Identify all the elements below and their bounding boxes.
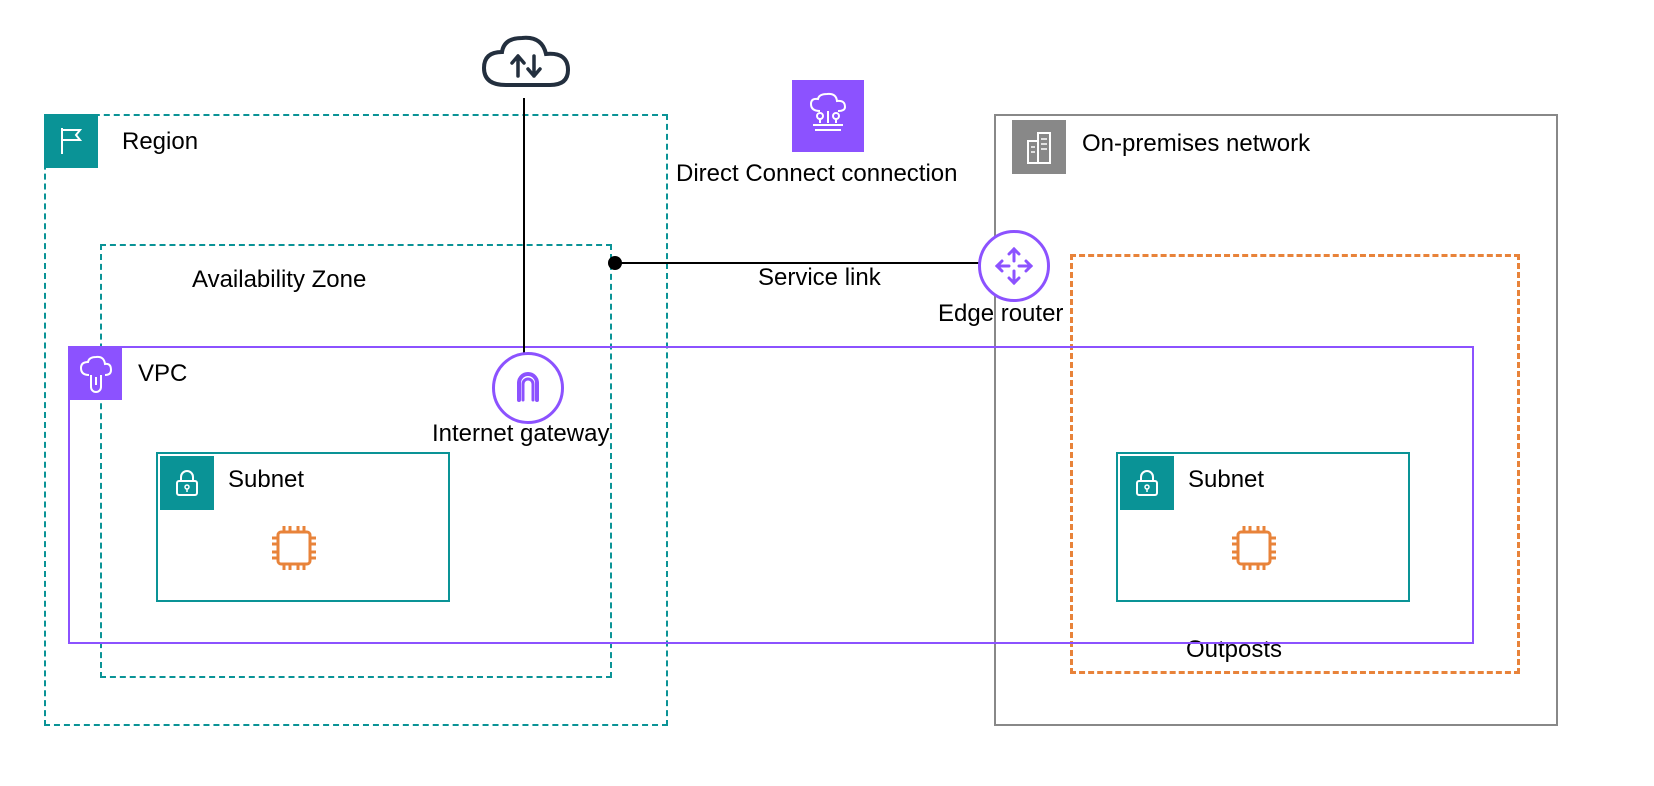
service-link-label: Service link	[758, 264, 881, 292]
region-label: Region	[122, 128, 198, 156]
ec2-instance-right-icon	[1226, 520, 1282, 576]
on-premises-icon	[1012, 120, 1066, 174]
igw-to-cloud-line	[523, 98, 525, 354]
direct-connect-icon	[792, 80, 864, 152]
direct-connect-label: Direct Connect connection	[676, 160, 957, 188]
edge-router-label: Edge router	[938, 300, 1063, 328]
subnet-left-icon	[160, 456, 214, 510]
on-premises-label: On-premises network	[1082, 130, 1310, 158]
ec2-instance-left-icon	[266, 520, 322, 576]
region-icon	[44, 114, 98, 168]
edge-router-icon	[978, 230, 1050, 302]
diagram-stage: Region Availability Zone On-premises net…	[0, 0, 1654, 786]
subnet-left-label: Subnet	[228, 466, 304, 494]
availability-zone-label: Availability Zone	[192, 266, 366, 294]
vpc-icon	[68, 346, 122, 400]
internet-cloud-icon	[476, 30, 576, 100]
vpc-label: VPC	[138, 360, 187, 388]
internet-gateway-icon	[492, 352, 564, 424]
subnet-right-label: Subnet	[1188, 466, 1264, 494]
subnet-right-icon	[1120, 456, 1174, 510]
internet-gateway-label: Internet gateway	[432, 420, 609, 448]
